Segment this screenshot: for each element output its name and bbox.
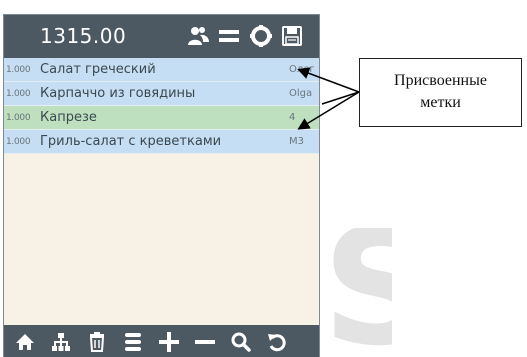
- order-row[interactable]: 1.000 Салат греческий Олег: [4, 58, 319, 82]
- item-tag: 4: [289, 112, 296, 123]
- item-name: Капрезе: [40, 110, 97, 125]
- item-name: Карпаччо из говядины: [40, 86, 196, 101]
- item-name: Гриль-салат с креветками: [40, 134, 222, 149]
- minus-icon[interactable]: [192, 329, 218, 355]
- item-tag: Olga: [289, 88, 313, 99]
- screenshot-canvas: S 1315.00 1.000 Салат греческий Олег 1.0…: [0, 0, 527, 357]
- menu-icon[interactable]: [215, 22, 243, 50]
- bottom-toolbar: [4, 325, 319, 357]
- plus-icon[interactable]: [156, 329, 182, 355]
- gear-icon[interactable]: [247, 22, 275, 50]
- callout-line-1: Присвоенные: [394, 72, 487, 89]
- pos-app-window: 1315.00 1.000 Салат греческий Олег 1.000…: [3, 14, 320, 357]
- order-row[interactable]: 1.000 Капрезе 4: [4, 106, 319, 130]
- item-tag: M3: [289, 136, 304, 147]
- order-item-list: 1.000 Салат греческий Олег 1.000 Карпачч…: [4, 58, 319, 154]
- watermark-letter: S: [322, 228, 392, 357]
- item-tag: Олег: [289, 64, 315, 75]
- order-total: 1315.00: [40, 24, 127, 48]
- home-icon[interactable]: [12, 329, 38, 355]
- annotation-callout: Присвоенные метки: [359, 58, 522, 127]
- save-icon[interactable]: [278, 22, 306, 50]
- item-quantity: 1.000: [6, 64, 31, 75]
- item-quantity: 1.000: [6, 112, 31, 123]
- callout-line-2: метки: [420, 94, 461, 111]
- trash-icon[interactable]: [84, 329, 110, 355]
- item-quantity: 1.000: [6, 88, 31, 99]
- item-quantity: 1.000: [6, 136, 31, 147]
- pointer-line: [321, 91, 360, 105]
- search-icon[interactable]: [228, 329, 254, 355]
- top-toolbar: 1315.00: [4, 15, 319, 58]
- database-icon[interactable]: [120, 329, 146, 355]
- item-name: Салат греческий: [40, 62, 156, 77]
- undo-icon[interactable]: [264, 329, 290, 355]
- order-row[interactable]: 1.000 Гриль-салат с креветками M3: [4, 130, 319, 154]
- order-row[interactable]: 1.000 Карпаччо из говядины Olga: [4, 82, 319, 106]
- users-icon[interactable]: [184, 22, 212, 50]
- hierarchy-icon[interactable]: [48, 329, 74, 355]
